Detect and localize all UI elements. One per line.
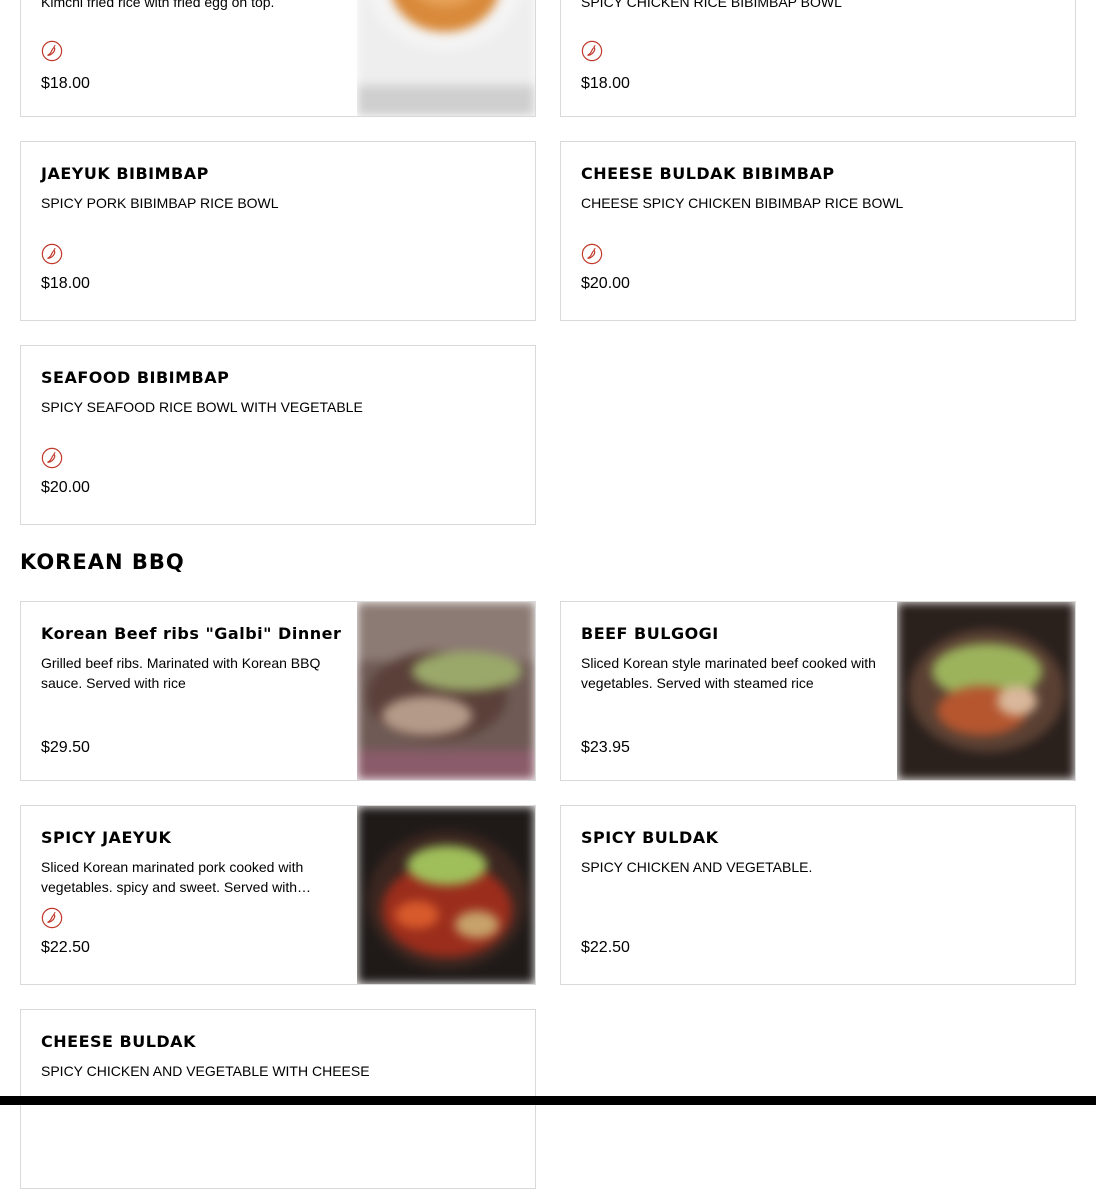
- kimchi-fried-rice-photo: [357, 0, 535, 116]
- item-description: Kimchi fried rice with fried egg on top.: [41, 0, 275, 10]
- item-description: SPICY SEAFOOD RICE BOWL WITH VEGETABLE: [41, 399, 363, 415]
- item-name: CHEESE BULDAK BIBIMBAP: [581, 164, 835, 183]
- item-description: SPICY PORK BIBIMBAP RICE BOWL: [41, 195, 279, 211]
- bulgogi-photo: [897, 602, 1075, 780]
- section-title-korean-bbq: KOREAN BBQ: [20, 550, 185, 574]
- galbi-photo: [357, 602, 535, 780]
- chili-pepper-icon: [41, 447, 63, 469]
- item-description: Sliced Korean marinated pork cooked with…: [41, 859, 312, 895]
- item-name: CHEESE BULDAK: [41, 1032, 196, 1051]
- item-price: $22.50: [581, 939, 630, 956]
- item-price: $22.50: [41, 939, 90, 956]
- menu-item-card[interactable]: SPICY CHICKEN RICE BIBIMBAP BOWL $18.00: [560, 0, 1076, 117]
- menu-item-card[interactable]: SEAFOOD BIBIMBAP SPICY SEAFOOD RICE BOWL…: [20, 345, 536, 525]
- item-price: $20.00: [581, 275, 630, 292]
- chili-pepper-icon: [41, 40, 63, 62]
- chili-pepper-icon: [581, 40, 603, 62]
- item-name: JAEYUK BIBIMBAP: [41, 164, 209, 183]
- item-description: SPICY CHICKEN AND VEGETABLE.: [581, 859, 813, 875]
- item-description: Sliced Korean style marinated beef cooke…: [581, 655, 876, 691]
- item-name: SPICY BULDAK: [581, 828, 719, 847]
- bottom-bar: [0, 1096, 1096, 1105]
- item-name: BEEF BULGOGI: [581, 624, 719, 643]
- chili-pepper-icon: [581, 243, 603, 265]
- chili-pepper-icon: [41, 907, 63, 929]
- item-price: $18.00: [41, 275, 90, 292]
- item-price: $18.00: [581, 75, 630, 92]
- item-description: SPICY CHICKEN RICE BIBIMBAP BOWL: [581, 0, 842, 10]
- item-price: $29.50: [41, 739, 90, 756]
- spicy-jaeyuk-photo: [357, 806, 535, 984]
- item-price: $23.95: [581, 739, 630, 756]
- item-name: Korean Beef ribs "Galbi" Dinner: [41, 624, 342, 643]
- item-name: SPICY JAEYUK: [41, 828, 172, 847]
- menu-item-card[interactable]: Korean Beef ribs "Galbi" Dinner Grilled …: [20, 601, 536, 781]
- item-price: $18.00: [41, 75, 90, 92]
- menu-item-card[interactable]: BEEF BULGOGI Sliced Korean style marinat…: [560, 601, 1076, 781]
- chili-pepper-icon: [41, 243, 63, 265]
- menu-item-card[interactable]: Kimchi fried rice with fried egg on top.…: [20, 0, 536, 117]
- menu-item-card[interactable]: SPICY BULDAK SPICY CHICKEN AND VEGETABLE…: [560, 805, 1076, 985]
- item-description: CHEESE SPICY CHICKEN BIBIMBAP RICE BOWL: [581, 195, 904, 211]
- menu-item-card[interactable]: JAEYUK BIBIMBAP SPICY PORK BIBIMBAP RICE…: [20, 141, 536, 321]
- item-price: $20.00: [41, 479, 90, 496]
- item-description: Grilled beef ribs. Marinated with Korean…: [41, 655, 321, 691]
- item-name: SEAFOOD BIBIMBAP: [41, 368, 230, 387]
- item-description: SPICY CHICKEN AND VEGETABLE WITH CHEESE: [41, 1063, 370, 1079]
- menu-item-card[interactable]: SPICY JAEYUK Sliced Korean marinated por…: [20, 805, 536, 985]
- menu-item-card[interactable]: CHEESE BULDAK BIBIMBAP CHEESE SPICY CHIC…: [560, 141, 1076, 321]
